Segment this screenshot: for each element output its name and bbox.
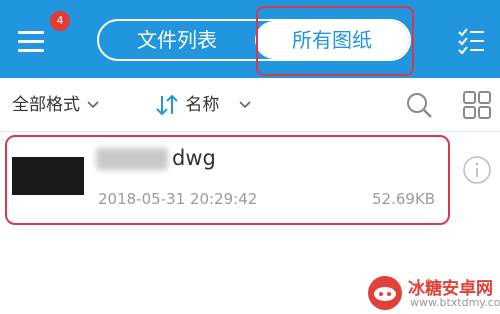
checklist-button[interactable]	[456, 25, 486, 55]
tab-file-list[interactable]: 文件列表	[99, 21, 255, 59]
file-name: dwg	[172, 146, 216, 170]
file-size: 52.69KB	[372, 190, 436, 208]
format-filter-label: 全部格式	[12, 95, 80, 115]
notification-badge: 4	[50, 11, 70, 31]
search-button[interactable]	[404, 90, 434, 120]
sort-filter-label: 名称	[185, 95, 220, 115]
tab-all-drawings[interactable]: 所有图纸	[255, 21, 409, 59]
file-date: 2018-05-31 20:29:42	[98, 190, 258, 208]
checklist-icon	[458, 28, 484, 55]
blurred-filename	[96, 148, 168, 170]
format-filter[interactable]: 全部格式	[12, 78, 101, 132]
watermark-logo-icon	[368, 276, 402, 310]
file-thumbnail	[12, 157, 84, 195]
menu-button[interactable]	[14, 24, 50, 58]
grid-view-button[interactable]	[462, 90, 492, 120]
menu-icon	[18, 31, 44, 34]
watermark: 冰糖安卓网 www.btxtdmy.com	[366, 272, 500, 313]
info-icon	[463, 156, 491, 184]
top-bar: 4 文件列表 所有图纸	[0, 0, 500, 78]
grid-icon	[463, 91, 491, 119]
file-info-button[interactable]	[462, 155, 492, 185]
search-icon	[407, 93, 432, 118]
chevron-down-icon	[87, 101, 99, 109]
filter-bar: 全部格式 名称	[0, 78, 500, 132]
chevron-down-icon	[239, 101, 251, 109]
watermark-url: www.btxtdmy.com	[410, 296, 500, 309]
sort-icon	[156, 94, 178, 116]
sort-filter[interactable]: 名称	[154, 78, 253, 132]
tab-segment: 文件列表 所有图纸	[97, 19, 411, 61]
file-list-item[interactable]: dwg 2018-05-31 20:29:42 52.69KB	[0, 132, 500, 226]
